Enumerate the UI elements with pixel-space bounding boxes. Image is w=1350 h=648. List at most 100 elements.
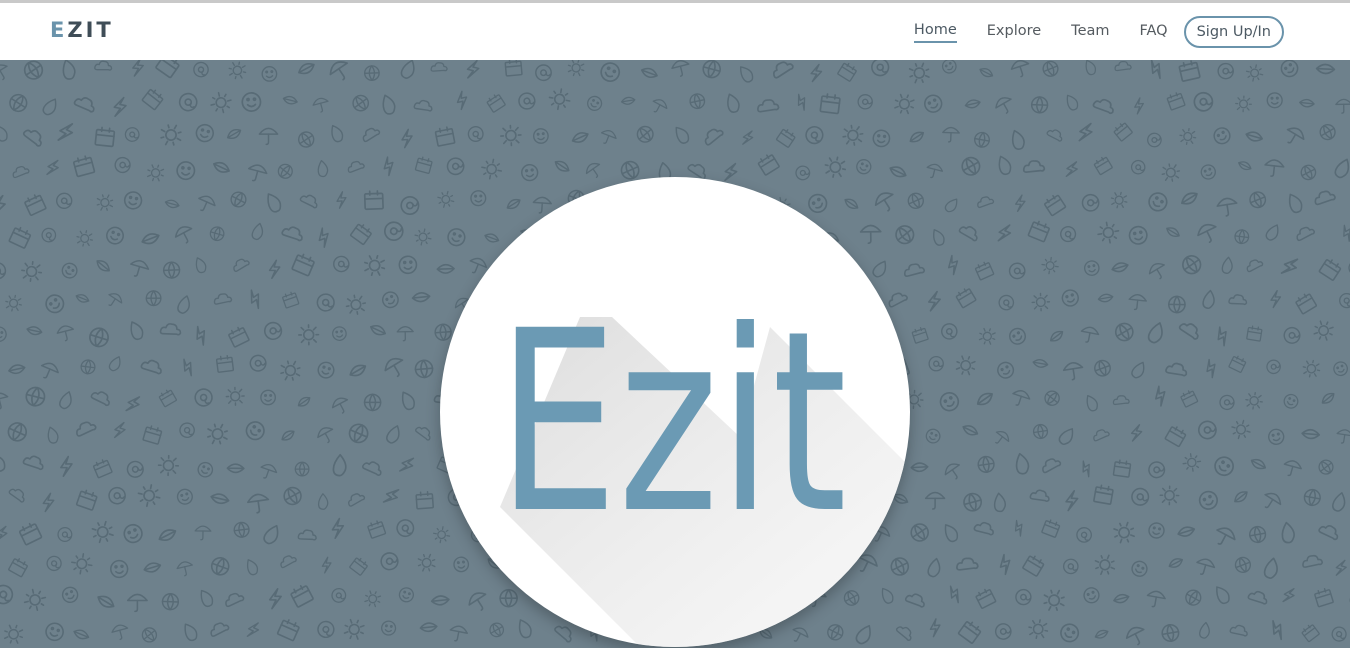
- umbrella-icon: [1080, 326, 1100, 343]
- at-icon: [467, 126, 484, 142]
- sun-icon: [955, 355, 976, 376]
- leaf-icon: [226, 129, 242, 139]
- leaf-icon: [910, 462, 929, 473]
- lightning-icon: [0, 194, 6, 216]
- calendar-icon: [1022, 555, 1045, 577]
- calendar-icon: [415, 491, 434, 510]
- lightning-icon: [46, 159, 59, 176]
- globe-icon: [414, 359, 434, 379]
- umbrella-icon: [1216, 197, 1238, 217]
- lightning-icon: [246, 622, 260, 637]
- leaf-icon: [1238, 161, 1252, 171]
- cloud-icon: [1318, 525, 1339, 541]
- smiley-icon: [941, 60, 957, 74]
- sun-icon: [225, 386, 245, 406]
- globe-icon: [352, 94, 370, 112]
- lightning-icon: [1065, 490, 1079, 512]
- flame-icon: [739, 66, 754, 83]
- calendar-icon: [819, 93, 841, 115]
- calendar-icon: [367, 520, 387, 539]
- umbrella-icon: [126, 593, 148, 613]
- at-icon: [446, 157, 465, 176]
- globe-icon: [298, 131, 315, 148]
- leaf-icon: [640, 67, 658, 78]
- globe-icon: [1044, 390, 1060, 406]
- umbrella-icon: [198, 195, 216, 212]
- sun-icon: [1245, 391, 1263, 410]
- globe-icon: [977, 455, 995, 473]
- smiley-icon: [1214, 456, 1234, 477]
- cloud-icon: [1247, 590, 1268, 605]
- globe-icon: [348, 423, 369, 444]
- at-icon: [249, 354, 267, 372]
- cloud-icon: [140, 359, 162, 375]
- at-icon: [1331, 626, 1347, 642]
- leaf-icon: [554, 160, 570, 172]
- sun-icon: [414, 228, 432, 246]
- smiley-icon: [1083, 260, 1100, 276]
- leaf-icon: [298, 62, 315, 75]
- globe-icon: [1114, 322, 1134, 342]
- brand-logo[interactable]: E ZIT: [50, 18, 114, 42]
- lightning-icon: [1217, 326, 1227, 347]
- leaf-icon: [1032, 359, 1049, 368]
- flame-icon: [108, 356, 121, 372]
- globe-icon: [25, 386, 46, 407]
- globe-icon: [161, 593, 180, 611]
- logo-graphic: Ezit: [497, 277, 910, 647]
- nav-faq-link[interactable]: FAQ: [1140, 23, 1168, 42]
- umbrella-icon: [0, 64, 8, 81]
- lightning-icon: [1082, 460, 1090, 478]
- calendar-icon: [974, 261, 995, 281]
- lightning-icon: [1335, 559, 1347, 576]
- nav-explore-link[interactable]: Explore: [987, 23, 1041, 42]
- nav-home-link[interactable]: Home: [913, 22, 957, 43]
- leaf-icon: [1049, 330, 1064, 342]
- signup-button[interactable]: Sign Up/In: [1183, 16, 1284, 48]
- umbrella-icon: [130, 260, 150, 277]
- flame-icon: [1281, 521, 1295, 544]
- at-icon: [1081, 193, 1100, 212]
- cloud-icon: [956, 557, 979, 571]
- at-icon: [1339, 292, 1350, 309]
- flame-icon: [727, 93, 740, 113]
- umbrella-icon: [1012, 390, 1031, 406]
- globe-icon: [636, 125, 654, 143]
- at-icon: [384, 221, 404, 241]
- at-icon: [928, 355, 944, 372]
- calendar-icon: [1178, 60, 1201, 82]
- flame-icon: [1288, 193, 1303, 214]
- calendar-icon: [1093, 156, 1113, 176]
- flame-icon: [42, 98, 57, 116]
- sun-icon: [1041, 256, 1059, 275]
- lightning-icon: [927, 290, 941, 312]
- lightning-icon: [268, 587, 282, 610]
- at-icon: [56, 192, 73, 209]
- lightning-icon: [1014, 519, 1023, 537]
- lightning-icon: [1280, 258, 1299, 274]
- flame-icon: [400, 60, 415, 79]
- lightning-icon: [742, 130, 754, 145]
- globe-icon: [1161, 624, 1180, 642]
- lightning-icon: [810, 63, 823, 83]
- cloud-icon: [281, 226, 303, 242]
- umbrella-icon: [1128, 294, 1147, 311]
- at-icon: [857, 94, 873, 110]
- sun-icon: [908, 62, 930, 84]
- lightning-icon: [321, 556, 332, 574]
- globe-icon: [145, 290, 162, 307]
- brand-first-letter: E: [50, 18, 68, 42]
- globe-icon: [162, 261, 181, 279]
- nav-team-link[interactable]: Team: [1071, 23, 1109, 42]
- cloud-icon: [90, 391, 110, 407]
- smiley-icon: [261, 66, 278, 82]
- calendar-icon: [1246, 325, 1263, 342]
- sun-icon: [76, 230, 93, 247]
- lightning-icon: [1150, 60, 1161, 80]
- leaf-icon: [1301, 429, 1321, 440]
- flame-icon: [184, 623, 198, 642]
- smiley-icon: [1131, 560, 1148, 577]
- sun-icon: [1182, 453, 1202, 472]
- umbrella-icon: [312, 97, 329, 113]
- umbrella-icon: [0, 392, 9, 410]
